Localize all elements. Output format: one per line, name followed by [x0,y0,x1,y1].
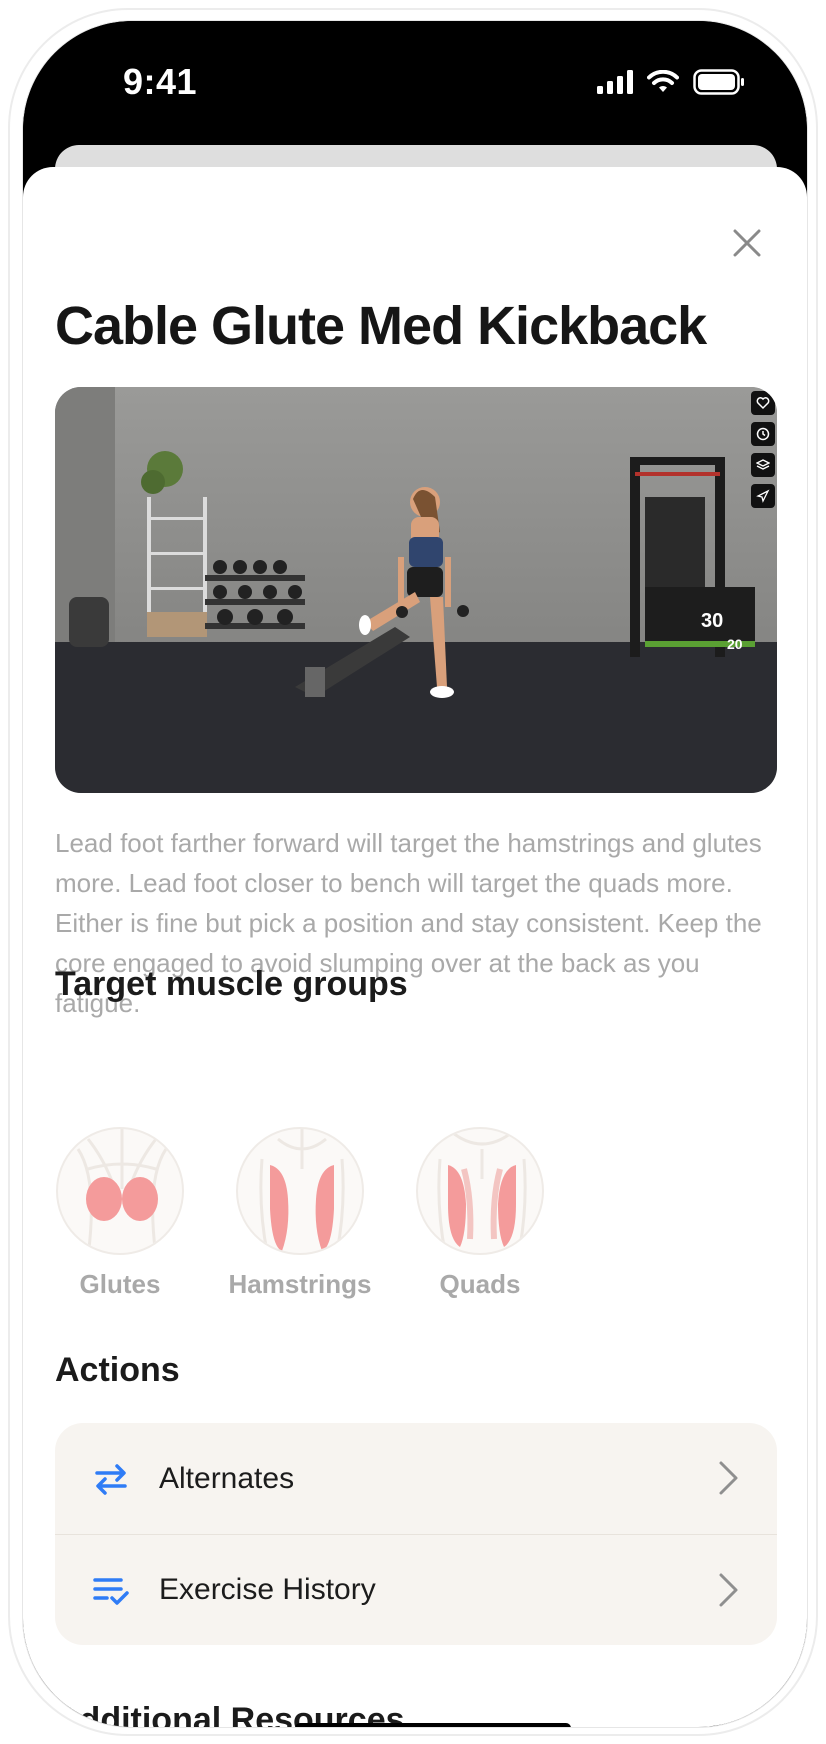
muscle-label: Glutes [79,1269,161,1299]
chevron-right-icon [719,1573,738,1607]
wifi-icon [647,70,679,92]
video-side-controls [749,387,777,508]
heart-icon [756,397,770,410]
muscle-item-quads[interactable]: Quads [415,1127,545,1300]
screen: 9:41 Cable Glute Med Kickback 30 20 Lead… [22,20,808,1728]
action-label: Alternates [159,1461,295,1495]
muscle-label: Hamstrings [228,1269,372,1299]
action-label: Exercise History [159,1573,376,1606]
quads-diagram-icon [416,1127,544,1255]
exercise-video[interactable]: 30 20 [55,387,777,793]
exercise-history-row[interactable]: Exercise History [55,1534,777,1645]
hamstrings-diagram-icon [236,1127,364,1255]
favorite-video-button[interactable] [751,391,775,415]
signal-icon [597,70,633,94]
exercise-title: Cable Glute Med Kickback [55,296,707,356]
status-icons [597,69,745,95]
actions-heading: Actions [55,1351,180,1389]
layers-icon [756,459,770,470]
device-frame: 9:41 Cable Glute Med Kickback 30 20 Lead… [8,8,818,1736]
send-icon [756,489,770,503]
video-frame: 30 20 [55,387,777,793]
alternates-row[interactable]: Alternates [55,1423,777,1534]
status-time: 9:41 [123,61,198,102]
chevron-right-icon [719,1461,738,1495]
muscle-item-glutes[interactable]: Glutes [55,1127,185,1300]
muscle-item-hamstrings[interactable]: Hamstrings [225,1127,375,1300]
target-muscle-groups-heading: Target muscle groups [55,965,408,1003]
muscle-label: Quads [439,1269,521,1299]
exercise-detail-sheet: Cable Glute Med Kickback 30 20 Lead foot… [23,167,807,1727]
clock-icon [756,427,770,441]
actions-card: Alternates Exercise History [55,1423,777,1645]
watch-later-button[interactable] [751,422,775,446]
svg-text:20: 20 [727,636,743,652]
list-check-icon [89,1568,133,1612]
glutes-diagram-icon [56,1127,184,1255]
add-to-collection-button[interactable] [751,453,775,477]
swap-arrows-icon [89,1457,133,1501]
svg-text:30: 30 [701,610,723,632]
close-icon [733,229,761,257]
battery-icon [693,69,744,95]
home-indicator [295,1723,571,1727]
muscle-groups-list: Glutes Hamstrings Quads [55,1127,545,1300]
close-button[interactable] [727,223,767,263]
share-video-button[interactable] [751,484,775,508]
